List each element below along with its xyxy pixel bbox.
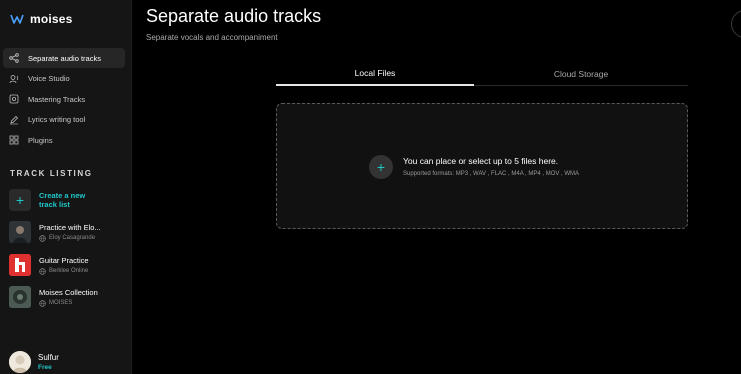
track-thumbnail bbox=[9, 221, 31, 243]
dropzone-title: You can place or select up to 5 files he… bbox=[403, 156, 559, 166]
pen-icon bbox=[9, 115, 19, 125]
track-owner: MOISES bbox=[49, 300, 73, 306]
sidebar-item-label: Separate audio tracks bbox=[28, 53, 101, 63]
track-owner: Eloy Casagrande bbox=[49, 235, 96, 241]
source-tabs: Local Files Cloud Storage bbox=[276, 62, 688, 86]
avatar bbox=[9, 351, 31, 373]
voice-icon bbox=[9, 74, 19, 84]
supported-formats: Supported formats: MP3 , WAV , FLAC , M4… bbox=[403, 171, 580, 177]
sidebar-item-label: Mastering Tracks bbox=[28, 94, 86, 104]
sidebar-item-label: Voice Studio bbox=[28, 74, 70, 83]
sidebar-item-label: Lyrics writing tool bbox=[28, 115, 86, 124]
globe-icon bbox=[39, 267, 46, 275]
globe-icon bbox=[39, 234, 46, 242]
page-title: Separate audio tracks bbox=[146, 6, 322, 26]
sidebar-item-separate-audio-tracks[interactable]: Separate audio tracks bbox=[3, 48, 125, 68]
page-subtitle: Separate vocals and accompaniment bbox=[146, 33, 278, 42]
create-track-list-label: Create a new track list bbox=[39, 191, 86, 209]
sidebar-item-voice-studio[interactable]: Voice Studio bbox=[3, 69, 125, 89]
track-listing-heading: TRACK LISTING bbox=[10, 169, 93, 178]
logo-text: moises bbox=[30, 12, 73, 26]
sidebar-nav: Separate audio tracks Voice Studio Maste… bbox=[3, 48, 125, 151]
add-file-icon[interactable]: + bbox=[369, 155, 393, 179]
grid-icon bbox=[9, 135, 19, 145]
track-thumbnail bbox=[9, 286, 31, 308]
track-thumbnail bbox=[9, 254, 31, 276]
sidebar: moises Separate audio tracks Voice Studi… bbox=[0, 0, 132, 374]
sidebar-item-label: Plugins bbox=[28, 135, 53, 145]
track-owner: Berklee Online bbox=[49, 268, 89, 274]
create-track-list-button[interactable]: + Create a new track list bbox=[9, 189, 99, 211]
track-name: Practice with Elo... bbox=[39, 222, 101, 232]
user-name: Sulfur bbox=[38, 353, 59, 362]
track-list-item[interactable]: Moises Collection MOISES bbox=[9, 286, 127, 308]
share-nodes-icon bbox=[9, 53, 19, 63]
moises-logo-icon bbox=[10, 14, 24, 24]
track-list-item[interactable]: Practice with Elo... Eloy Casagrande bbox=[9, 221, 127, 243]
user-plan: Free bbox=[38, 364, 52, 371]
logo[interactable]: moises bbox=[10, 12, 73, 26]
file-dropzone[interactable]: + You can place or select up to 5 files … bbox=[276, 103, 688, 229]
track-name: Moises Collection bbox=[39, 287, 98, 297]
track-list-item[interactable]: Guitar Practice Berklee Online bbox=[9, 254, 127, 276]
sidebar-item-mastering-tracks[interactable]: Mastering Tracks bbox=[3, 89, 125, 109]
sidebar-item-plugins[interactable]: Plugins bbox=[3, 130, 125, 150]
track-name: Guitar Practice bbox=[39, 255, 89, 265]
globe-icon bbox=[39, 299, 46, 307]
profile-menu-button[interactable] bbox=[731, 10, 741, 38]
sidebar-item-lyrics-writing-tool[interactable]: Lyrics writing tool bbox=[3, 110, 125, 130]
user-profile[interactable]: Sulfur Free bbox=[9, 351, 59, 373]
plus-icon: + bbox=[9, 189, 31, 211]
tab-local-files[interactable]: Local Files bbox=[276, 62, 474, 86]
mastering-icon bbox=[9, 94, 19, 104]
tab-cloud-storage[interactable]: Cloud Storage bbox=[482, 62, 680, 86]
